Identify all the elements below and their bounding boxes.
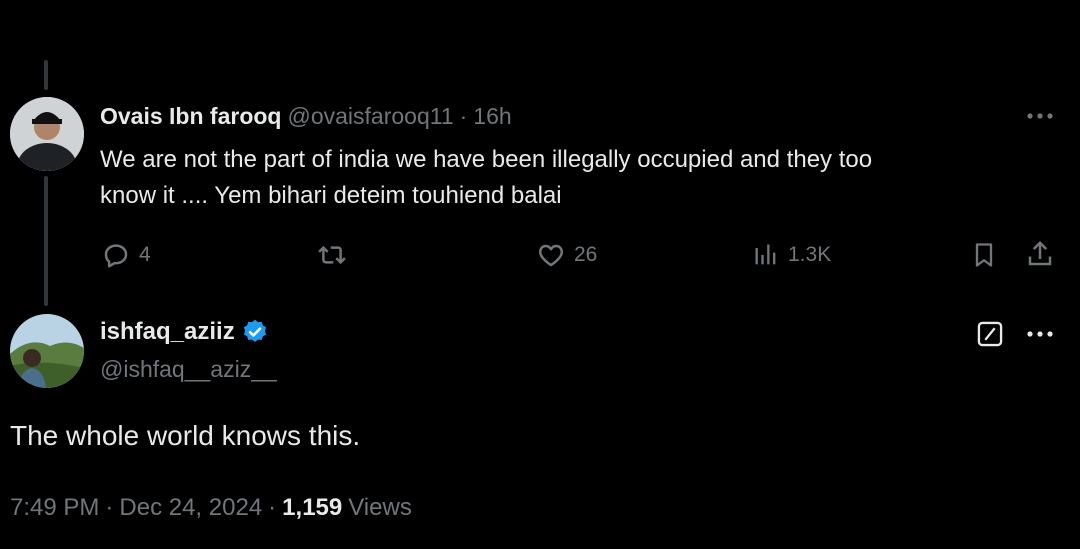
reply-icon	[101, 240, 131, 270]
parent-more-icon[interactable]	[1026, 110, 1054, 122]
retweet-icon	[316, 240, 348, 270]
main-tweet-text: The whole world knows this.	[10, 420, 361, 451]
parent-author-name[interactable]: Ovais Ibn farooq	[100, 103, 281, 130]
reply-action[interactable]: 4	[101, 240, 151, 270]
main-avatar[interactable]	[10, 314, 84, 388]
like-icon	[536, 240, 566, 270]
parent-tweet-text: We are not the part of india we have bee…	[100, 142, 872, 214]
verified-badge-icon[interactable]	[241, 318, 269, 346]
reply-count: 4	[139, 243, 151, 266]
parent-handle[interactable]: @ovaisfarooq11	[287, 103, 453, 130]
like-action[interactable]: 26	[536, 240, 597, 270]
retweet-action[interactable]	[316, 240, 348, 270]
views-count: 1.3K	[788, 243, 832, 266]
main-more-icon[interactable]	[1026, 328, 1054, 340]
views-icon	[752, 240, 780, 270]
like-count: 26	[574, 243, 598, 266]
share-icon[interactable]	[1025, 239, 1055, 269]
views-action[interactable]: 1.3K	[752, 240, 831, 270]
grok-icon[interactable]	[976, 320, 1004, 348]
meta-separator-2: ·	[268, 494, 277, 521]
thread-line-top	[44, 60, 48, 90]
tweet-meta: 7:49 PM · Dec 24, 2024 · 1,159 Views	[10, 494, 412, 522]
bookmark-icon[interactable]	[970, 240, 998, 270]
thread-line-connector	[44, 176, 48, 306]
tweet-date[interactable]: Dec 24, 2024	[119, 494, 262, 522]
parent-separator: ·	[459, 102, 468, 129]
main-author-name[interactable]: ishfaq_aziiz	[100, 318, 235, 346]
parent-time[interactable]: 16h	[473, 103, 511, 130]
parent-text-line-2: know it .... Yem bihari deteim touhiend …	[100, 182, 562, 209]
tweet-time[interactable]: 7:49 PM	[10, 494, 99, 522]
main-author: ishfaq_aziiz	[100, 318, 269, 346]
parent-text-line-1: We are not the part of india we have bee…	[100, 146, 873, 173]
main-handle[interactable]: @ishfaq__aziz__	[100, 356, 277, 383]
parent-avatar[interactable]	[10, 97, 84, 171]
views-number: 1,159	[282, 494, 343, 521]
views-label: Views	[348, 494, 412, 521]
parent-tweet-header: Ovais Ibn farooq @ovaisfarooq11 · 16h	[100, 102, 512, 130]
meta-separator-1: ·	[105, 494, 114, 521]
